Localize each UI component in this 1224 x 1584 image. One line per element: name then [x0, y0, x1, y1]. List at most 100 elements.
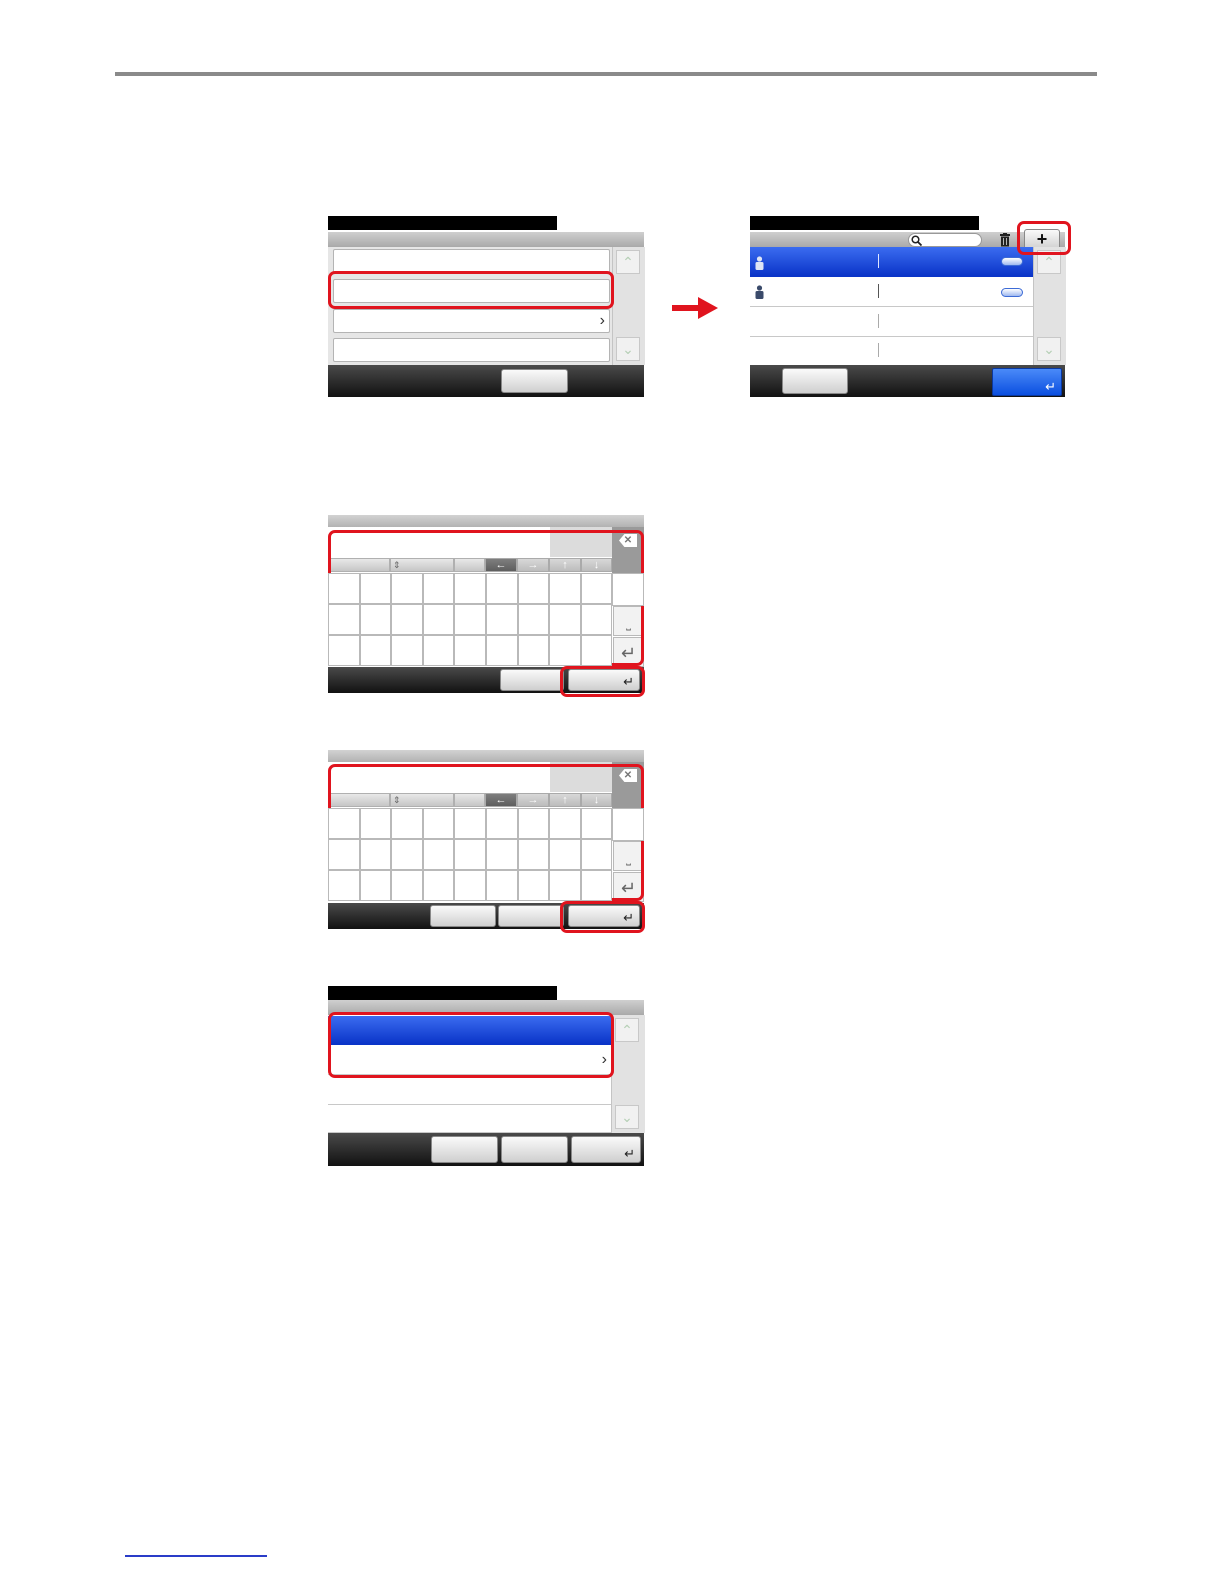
keyboard-key[interactable] [359, 573, 392, 604]
scrollbar[interactable]: ⌃ ⌄ [1033, 247, 1066, 365]
screen-keyboard-2: ✕ ⇕ ← → ↑ ↓ ⎵ ↵ ↵ [328, 750, 645, 933]
keyboard-key[interactable] [517, 870, 550, 901]
keyboard-key[interactable] [486, 604, 518, 635]
keyboard-key[interactable] [580, 635, 613, 666]
keyboard-key[interactable] [549, 839, 581, 870]
keyboard-key[interactable] [391, 808, 423, 839]
scrollbar[interactable]: ⌃ ⌄ [612, 247, 645, 365]
title-bar [328, 216, 557, 230]
enter-icon: ↵ [1045, 379, 1056, 394]
address-row[interactable] [750, 277, 1033, 307]
keyboard-key[interactable] [549, 573, 581, 604]
user-icon [755, 285, 764, 299]
keyboard-key[interactable] [454, 808, 486, 839]
keyboard-key[interactable] [359, 635, 392, 666]
chevron-down-icon[interactable]: ⌄ [616, 337, 640, 361]
keyboard-key[interactable] [486, 573, 518, 604]
keyboard-key[interactable] [517, 635, 550, 666]
keyboard-key[interactable] [454, 870, 486, 901]
soft-button[interactable] [431, 1136, 498, 1163]
chevron-down-icon[interactable]: ⌄ [1037, 337, 1061, 361]
keyboard-key[interactable] [454, 604, 486, 635]
title-bar [328, 986, 557, 1000]
enter-icon: ↵ [624, 1146, 635, 1161]
soft-button[interactable] [430, 905, 496, 927]
keyboard-key[interactable] [359, 839, 392, 870]
keyboard-key[interactable] [580, 808, 613, 839]
soft-button[interactable] [501, 1136, 568, 1163]
keyboard-key[interactable] [517, 808, 550, 839]
keyboard-key[interactable] [580, 573, 613, 604]
keyboard-key[interactable] [359, 870, 392, 901]
keyboard-key[interactable] [422, 870, 455, 901]
address-row-selected[interactable] [750, 247, 1033, 277]
keyboard-key[interactable] [391, 635, 423, 666]
search-icon [911, 235, 922, 246]
keyboard-key[interactable] [486, 808, 518, 839]
trash-icon[interactable] [999, 233, 1011, 247]
keyboard-key[interactable] [328, 839, 360, 870]
soft-button[interactable] [501, 369, 568, 393]
keyboard-key[interactable] [328, 635, 360, 666]
right-arrow-icon [672, 297, 718, 319]
chevron-up-icon[interactable]: ⌃ [616, 250, 640, 274]
keyboard-key[interactable] [486, 635, 518, 666]
keyboard-key[interactable] [486, 839, 518, 870]
keyboard-key[interactable] [391, 870, 423, 901]
keyboard-key[interactable] [422, 808, 455, 839]
soft-button[interactable] [500, 669, 564, 691]
keyboard-key[interactable] [391, 839, 423, 870]
footer-link-underline[interactable] [125, 1555, 267, 1557]
keyboard-key[interactable] [580, 604, 613, 635]
keyboard-key[interactable] [549, 604, 581, 635]
soft-button[interactable] [782, 368, 848, 394]
chevron-down-icon[interactable]: ⌄ [615, 1105, 639, 1129]
screen-keyboard-1: ✕ ⇕ ← → ↑ ↓ ⎵ ↵ ↵ [328, 515, 645, 697]
ok-button[interactable]: ↵ [571, 1136, 641, 1163]
address-row[interactable] [750, 337, 1033, 365]
keyboard-key[interactable] [612, 573, 644, 606]
ok-button[interactable]: ↵ [992, 368, 1062, 396]
keyboard-key[interactable] [580, 870, 613, 901]
keyboard-key[interactable] [422, 635, 455, 666]
list-item[interactable] [328, 1105, 611, 1133]
keyboard-key[interactable] [517, 839, 550, 870]
keyboard-key[interactable] [612, 808, 644, 841]
keyboard-key[interactable] [328, 573, 360, 604]
keyboard-key[interactable] [391, 573, 423, 604]
title-bar [750, 216, 979, 230]
keyboard-key[interactable] [454, 635, 486, 666]
keyboard-key[interactable] [517, 573, 550, 604]
keyboard-key[interactable] [454, 839, 486, 870]
keyboard-key[interactable] [391, 604, 423, 635]
keyboard-key[interactable] [454, 573, 486, 604]
keyboard-key[interactable] [422, 604, 455, 635]
keyboard-key[interactable] [328, 808, 360, 839]
highlight-box [560, 901, 645, 933]
scrollbar[interactable]: ⌃ ⌄ [611, 1015, 645, 1133]
keyboard-key[interactable] [580, 839, 613, 870]
keyboard-key[interactable] [549, 870, 581, 901]
keyboard-key[interactable] [328, 870, 360, 901]
keyboard-key[interactable] [517, 604, 550, 635]
address-row[interactable] [750, 307, 1033, 337]
keyboard-key[interactable] [359, 604, 392, 635]
chevron-up-icon[interactable]: ⌃ [615, 1018, 639, 1042]
keyboard-key[interactable] [422, 573, 455, 604]
keyboard-key[interactable] [486, 870, 518, 901]
list-item[interactable]: › [333, 309, 610, 333]
keyboard-key[interactable] [359, 808, 392, 839]
status-badge [1001, 257, 1023, 266]
keyboard-key[interactable] [328, 604, 360, 635]
list-item[interactable] [333, 249, 610, 273]
column-divider [878, 284, 879, 298]
list-item[interactable] [333, 338, 610, 362]
keyboard-key[interactable] [549, 635, 581, 666]
list-item[interactable] [328, 1075, 611, 1105]
soft-button[interactable] [498, 905, 564, 927]
chevron-right-icon: › [599, 312, 605, 329]
screen-confirm-list: › ⌃ ⌄ ↵ [328, 986, 645, 1166]
keyboard-key[interactable] [549, 808, 581, 839]
keyboard-key[interactable] [422, 839, 455, 870]
column-divider [878, 343, 879, 357]
